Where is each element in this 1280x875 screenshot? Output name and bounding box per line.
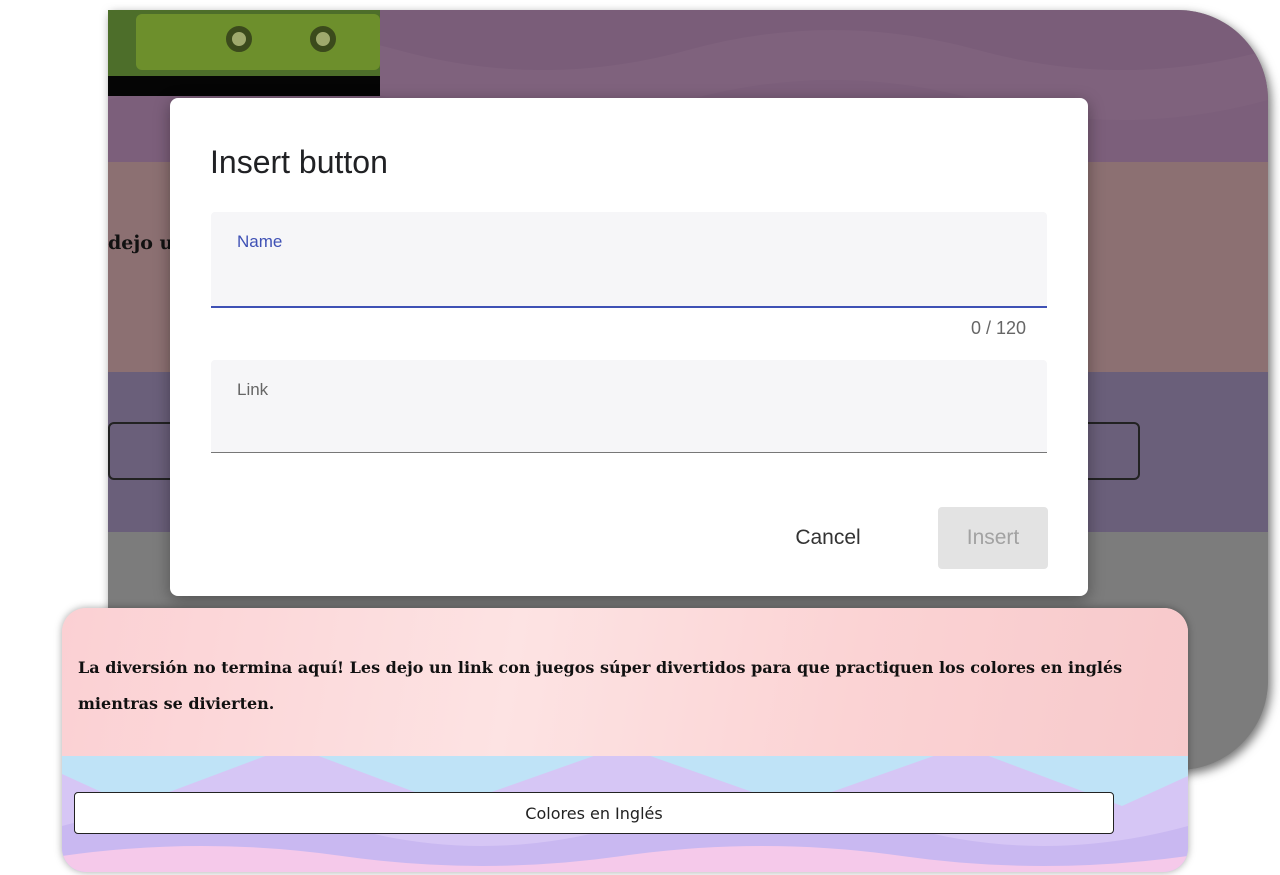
- name-field-label: Name: [237, 232, 283, 251]
- name-char-counter: 0 / 120: [970, 318, 1026, 338]
- header-image: [108, 10, 380, 96]
- wheel-graphic-icon: [310, 26, 336, 52]
- form-text-fragment: dejo u: [108, 232, 174, 254]
- wheel-graphic-icon: [226, 26, 252, 52]
- dialog-title: Insert button: [210, 144, 388, 180]
- image-black-bar: [108, 76, 380, 96]
- insert-button-dialog: Insert button Name 0 / 120 Link Cancel I…: [170, 98, 1088, 596]
- cancel-button[interactable]: Cancel: [778, 510, 878, 566]
- link-field-label: Link: [237, 380, 269, 399]
- card-text-area: La diversión no termina aquí! Les dejo u…: [62, 608, 1188, 757]
- name-input[interactable]: [237, 258, 1031, 296]
- insert-button[interactable]: Insert: [938, 507, 1048, 569]
- image-green-panel: [136, 14, 380, 70]
- link-input[interactable]: [237, 406, 1031, 444]
- card-description: La diversión no termina aquí! Les dejo u…: [78, 658, 1123, 713]
- form-section-card: La diversión no termina aquí! Les dejo u…: [62, 608, 1188, 872]
- name-field[interactable]: Name: [211, 212, 1047, 308]
- colores-en-ingles-button[interactable]: Colores en Inglés: [74, 792, 1114, 834]
- link-field[interactable]: Link: [211, 360, 1047, 453]
